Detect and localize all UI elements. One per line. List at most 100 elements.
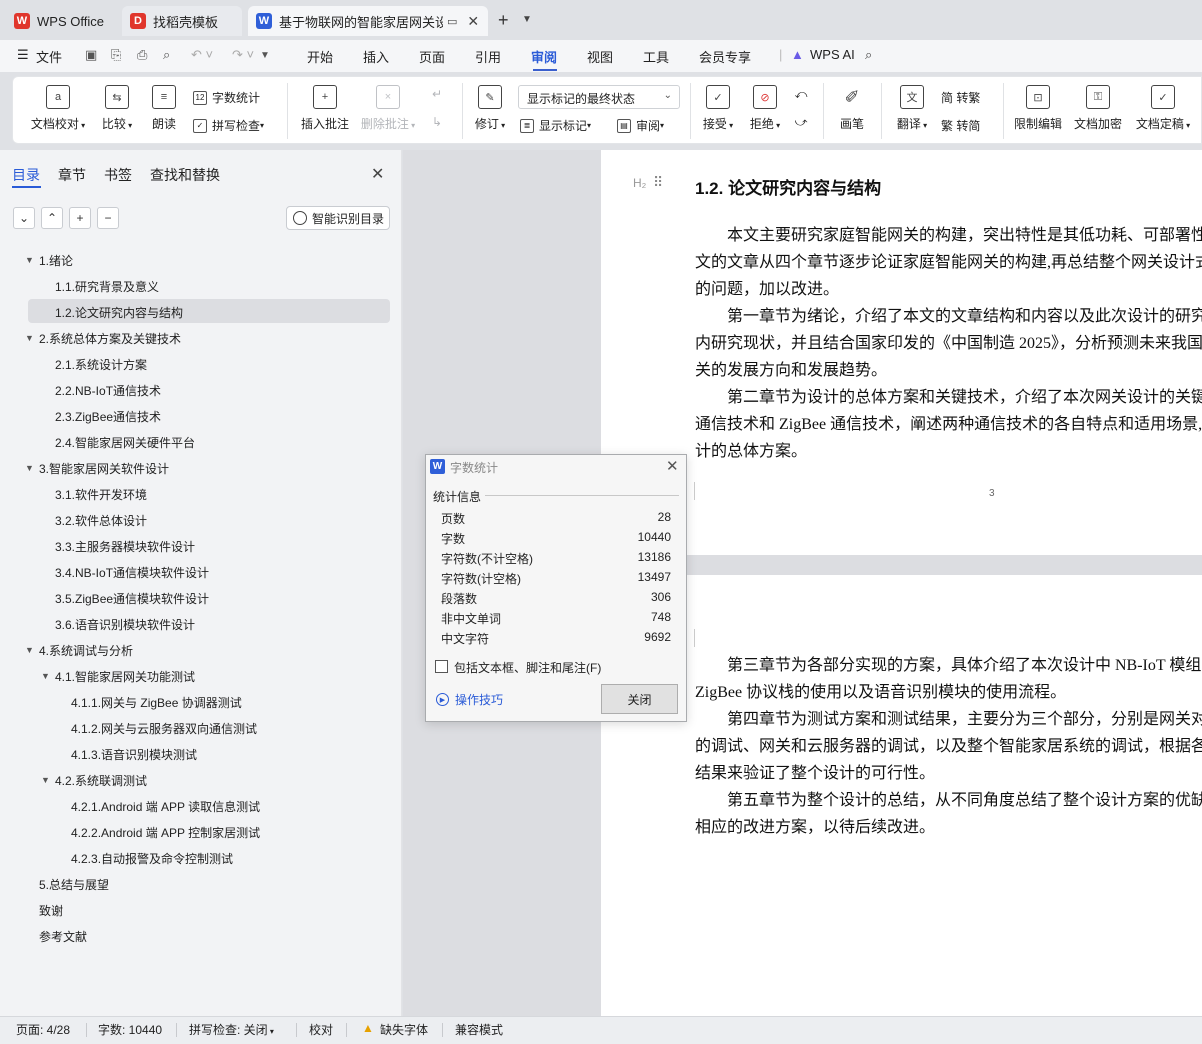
remove-icon[interactable]: − <box>97 207 119 229</box>
chevron-down-icon[interactable]: ▼ <box>522 14 532 25</box>
page-indicator[interactable]: 页面: 4/28 <box>16 1021 70 1038</box>
toc-item[interactable]: 1.绪论 <box>39 252 73 269</box>
review-pane-button[interactable]: ▤ 审阅 ▾ <box>617 117 664 134</box>
toc-item[interactable]: 4.2.3.自动报警及命令控制测试 <box>71 850 233 867</box>
read-aloud-button[interactable]: ≡ 朗读 <box>149 85 179 132</box>
tab-document[interactable]: W 基于物联网的智能家居网关设计 ▭ ✕ <box>248 6 488 36</box>
drag-handle-icon[interactable]: ⠿ <box>653 174 663 191</box>
undo-icon[interactable]: ↶ ˅ <box>191 47 213 63</box>
revise-button[interactable]: ✎ 修订 ▾ <box>471 85 509 132</box>
word-count-button[interactable]: 12 字数统计 <box>193 89 260 106</box>
compare-button[interactable]: ⇆ 比较 ▾ <box>97 85 137 132</box>
insert-comment-button[interactable]: + 插入批注 <box>299 85 351 132</box>
new-tab-icon[interactable]: + <box>498 10 509 31</box>
tab-sections[interactable]: 章节 <box>58 165 86 185</box>
toc-item[interactable]: 3.2.软件总体设计 <box>55 512 147 529</box>
toc-item[interactable]: 3.4.NB-IoT通信模块软件设计 <box>55 564 209 581</box>
tips-link[interactable]: ▶ 操作技巧 <box>436 691 503 708</box>
encrypt-button[interactable]: ⚿ 文档加密 <box>1073 85 1123 132</box>
toc-item[interactable]: 3.5.ZigBee通信模块软件设计 <box>55 590 209 607</box>
toc-item[interactable]: 致谢 <box>39 902 63 919</box>
toc-item[interactable]: 2.系统总体方案及关键技术 <box>39 330 181 347</box>
search-icon[interactable]: ⌕ <box>865 47 872 63</box>
pen-button[interactable]: ✐ 画笔 <box>835 85 869 132</box>
redo-icon[interactable]: ↷ ˅ <box>232 47 254 63</box>
missing-font-status[interactable]: 缺失字体 <box>380 1021 428 1038</box>
next-change-icon[interactable]: ⤻ <box>791 115 811 130</box>
menu-member[interactable]: 会员专享 <box>699 47 751 66</box>
menu-page[interactable]: 页面 <box>419 47 445 66</box>
toc-item[interactable]: 4.1.2.网关与云服务器双向通信测试 <box>71 720 257 737</box>
next-comment-icon[interactable]: ↳ <box>427 115 447 129</box>
checkbox-label[interactable]: 包括文本框、脚注和尾注(F) <box>454 659 601 676</box>
close-tab-icon[interactable]: ✕ <box>467 13 479 30</box>
print-icon[interactable]: ⎙ <box>137 47 147 63</box>
accept-button[interactable]: ✓ 接受 ▾ <box>699 85 737 132</box>
delete-comment-button[interactable]: × 删除批注 ▾ <box>360 85 416 132</box>
menu-review[interactable]: 审阅 <box>531 47 557 66</box>
word-count-status[interactable]: 字数: 10440 <box>98 1021 162 1038</box>
toc-item[interactable]: 2.4.智能家居网关硬件平台 <box>55 434 195 451</box>
tab-toc[interactable]: 目录 <box>12 165 40 185</box>
chevron-down-icon[interactable]: ▼ <box>260 50 270 61</box>
expand-down-icon[interactable]: ⌄ <box>13 207 35 229</box>
menu-view[interactable]: 视图 <box>587 47 613 66</box>
proofread-status[interactable]: 校对 <box>309 1021 333 1038</box>
show-markup-button[interactable]: ≣ 显示标记 ▾ <box>520 117 591 134</box>
wps-ai-icon[interactable]: ▲ <box>791 47 804 62</box>
prev-comment-icon[interactable]: ↵ <box>427 87 447 101</box>
toc-item[interactable]: 4.2.系统联调测试 <box>55 772 147 789</box>
menu-file[interactable]: 文件 <box>36 47 62 66</box>
spell-check-status[interactable]: 拼写检查: 关闭 ▾ <box>189 1021 274 1038</box>
toc-item[interactable]: 3.1.软件开发环境 <box>55 486 147 503</box>
markup-state-select[interactable]: 显示标记的最终状态 ⌄ <box>518 85 680 109</box>
toc-item[interactable]: 2.2.NB-IoT通信技术 <box>55 382 161 399</box>
close-button[interactable]: 关闭 <box>601 684 678 714</box>
page[interactable]: H₂ ⠿ 1.2. 论文研究内容与结构 本文主要研究家庭智能网关的构建，突出特性… <box>601 150 1202 555</box>
toc-item[interactable]: 参考文献 <box>39 928 87 945</box>
menu-tools[interactable]: 工具 <box>643 47 669 66</box>
toc-item[interactable]: 1.1.研究背景及意义 <box>55 278 159 295</box>
menu-wps-ai[interactable]: WPS AI <box>810 47 855 62</box>
print-preview-icon[interactable]: ⌕ <box>163 47 170 63</box>
toc-item[interactable]: 4.1.3.语音识别模块测试 <box>71 746 197 763</box>
smart-toc-button[interactable]: 智能识别目录 <box>286 206 390 230</box>
toc-item[interactable]: 4.1.1.网关与 ZigBee 协调器测试 <box>71 694 242 711</box>
add-icon[interactable]: + <box>69 207 91 229</box>
finalize-button[interactable]: ✓ 文档定稿 ▾ <box>1133 85 1193 132</box>
toc-item[interactable]: 4.系统调试与分析 <box>39 642 133 659</box>
collapse-up-icon[interactable]: ⌃ <box>41 207 63 229</box>
compat-mode-status[interactable]: 兼容模式 <box>455 1021 503 1038</box>
to-simplified-button[interactable]: 繁 转简 <box>941 117 980 134</box>
to-traditional-button[interactable]: 简 转繁 <box>941 89 980 106</box>
toc-item[interactable]: 2.1.系统设计方案 <box>55 356 147 373</box>
include-textbox-checkbox[interactable] <box>435 660 448 673</box>
spell-check-button[interactable]: ✓ 拼写检查 ▾ <box>193 117 264 134</box>
collapse-triangle-icon[interactable]: ▼ <box>41 775 50 785</box>
restrict-edit-button[interactable]: ⊡ 限制编辑 <box>1013 85 1063 132</box>
prev-change-icon[interactable]: ⤺ <box>791 87 811 102</box>
close-icon[interactable]: ✕ <box>371 164 384 184</box>
window-mode-icon[interactable]: ▭ <box>447 15 457 28</box>
tab-bookmarks[interactable]: 书签 <box>104 165 132 185</box>
tab-find-replace[interactable]: 查找和替换 <box>150 165 220 185</box>
toc-item[interactable]: 3.智能家居网关软件设计 <box>39 460 169 477</box>
toc-item[interactable]: 4.2.2.Android 端 APP 控制家居测试 <box>71 824 260 841</box>
collapse-triangle-icon[interactable]: ▼ <box>25 645 34 655</box>
toc-item[interactable]: 4.2.1.Android 端 APP 读取信息测试 <box>71 798 260 815</box>
menu-insert[interactable]: 插入 <box>363 47 389 66</box>
translate-button[interactable]: 文 翻译 ▾ <box>893 85 931 132</box>
tab-wps-office[interactable]: W WPS Office <box>6 6 116 36</box>
toc-item[interactable]: 4.1.智能家居网关功能测试 <box>55 668 195 685</box>
toc-item[interactable]: 3.3.主服务器模块软件设计 <box>55 538 195 555</box>
collapse-triangle-icon[interactable]: ▼ <box>25 255 34 265</box>
hamburger-icon[interactable]: ☰ <box>17 47 29 63</box>
save-icon[interactable]: ▣ <box>85 47 97 63</box>
page[interactable]: 第三章节为各部分实现的方案，具体介绍了本次设计中 NB-IoT 模组 ZigBe… <box>601 575 1202 1016</box>
collapse-triangle-icon[interactable]: ▼ <box>25 333 34 343</box>
doc-check-button[interactable]: a 文档校对 ▾ <box>29 85 87 132</box>
menu-start[interactable]: 开始 <box>307 47 333 66</box>
close-icon[interactable]: ✕ <box>666 457 679 475</box>
toc-item[interactable]: 1.2.论文研究内容与结构 <box>55 304 183 321</box>
share-icon[interactable]: ⎘ <box>111 47 121 63</box>
